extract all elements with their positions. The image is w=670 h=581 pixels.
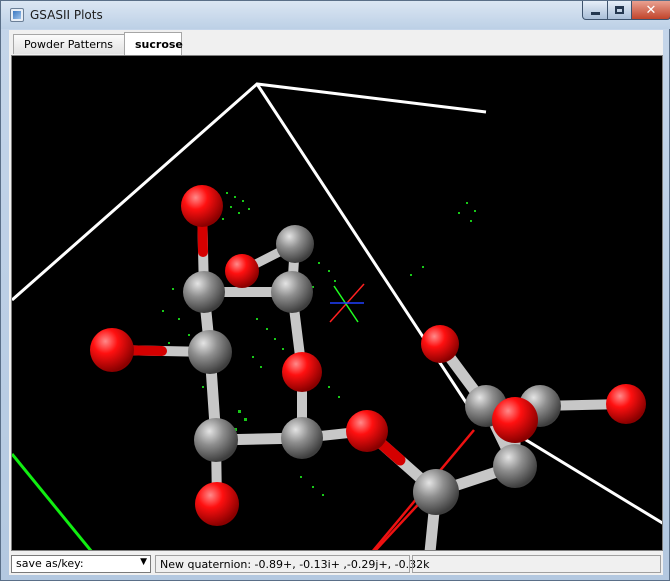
atom-oxygen	[421, 325, 459, 363]
atom-carbon	[493, 444, 537, 488]
plot-window: GSASII Plots ✕ Powder Patterns sucrose s…	[0, 0, 670, 581]
atom-carbon	[183, 271, 225, 313]
bonds	[107, 201, 629, 550]
status-bar: save as/key: ▼ New quaternion: -0.89+, -…	[9, 553, 663, 575]
atom-carbon	[188, 330, 232, 374]
atom-oxygen	[606, 384, 646, 424]
atom-carbon	[413, 469, 459, 515]
atom-oxygen	[90, 328, 134, 372]
atom-oxygen	[181, 185, 223, 227]
plot-notebook: Powder Patterns sucrose save as/key: ▼ N…	[9, 30, 663, 575]
close-button[interactable]: ✕	[631, 1, 670, 20]
status-field-empty	[412, 555, 661, 573]
minimize-button[interactable]	[582, 1, 608, 20]
atom-carbon	[276, 225, 314, 263]
atom-carbon	[271, 271, 313, 313]
atom-oxygen	[492, 397, 538, 443]
dropdown-arrow-icon: ▼	[140, 557, 147, 567]
axis-triad	[329, 283, 365, 323]
maximize-icon	[615, 6, 624, 14]
minimize-icon	[590, 11, 600, 15]
atom-oxygen	[282, 352, 322, 392]
status-message: New quaternion: -0.89+, -0.13i+ ,-0.29j+…	[155, 555, 429, 573]
maximize-button[interactable]	[607, 1, 632, 20]
structure-plot-canvas[interactable]	[11, 55, 663, 551]
tab-sucrose[interactable]: sucrose	[124, 32, 183, 55]
window-title: GSASII Plots	[30, 8, 103, 22]
save-as-key-select[interactable]: save as/key: ▼	[11, 555, 151, 573]
close-icon: ✕	[645, 2, 657, 18]
save-as-key-label: save as/key:	[16, 557, 84, 570]
atom-oxygen	[225, 254, 259, 288]
structure-plot-svg[interactable]	[12, 56, 663, 551]
atom-oxygen	[195, 482, 239, 526]
tab-powder-patterns[interactable]: Powder Patterns	[13, 34, 125, 54]
unit-cell-edges	[12, 82, 662, 550]
atom-carbon	[281, 417, 323, 459]
app-icon[interactable]	[10, 8, 24, 22]
title-bar[interactable]: GSASII Plots ✕	[1, 1, 670, 29]
atom-carbon	[194, 418, 238, 462]
atom-oxygen	[346, 410, 388, 452]
tab-bar: Powder Patterns sucrose	[9, 30, 663, 55]
